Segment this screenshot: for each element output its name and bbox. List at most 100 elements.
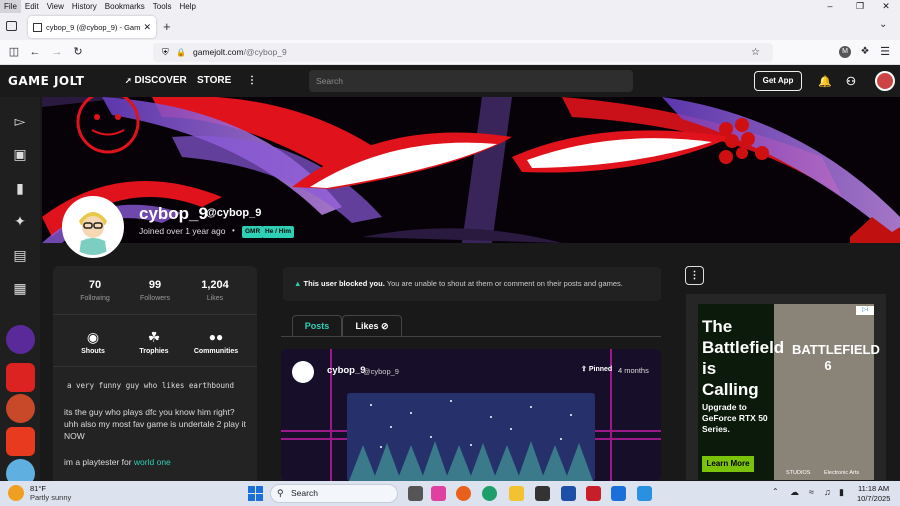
outlook-icon[interactable] xyxy=(611,486,626,501)
bell-icon[interactable]: 🔔 xyxy=(818,75,832,88)
back-icon[interactable]: ← xyxy=(28,45,42,59)
teams-icon[interactable] xyxy=(561,486,576,501)
library-icon[interactable]: ▦ xyxy=(8,276,32,300)
shouts-button[interactable]: Shouts xyxy=(63,348,123,355)
menu-bookmarks[interactable]: Bookmarks xyxy=(101,0,149,13)
communities-icon[interactable]: ●● xyxy=(207,328,225,346)
restore-icon[interactable]: ❐ xyxy=(846,0,874,13)
following-count[interactable]: 70 xyxy=(65,279,125,291)
profile-more-button[interactable]: ⋮ xyxy=(685,266,704,285)
search-input[interactable]: Search xyxy=(309,70,633,92)
firefox-icon[interactable] xyxy=(456,486,471,501)
copilot-icon[interactable] xyxy=(431,486,446,501)
new-tab-icon[interactable]: + xyxy=(163,19,171,34)
menu-history[interactable]: History xyxy=(68,0,101,13)
battery-icon[interactable]: ▮ xyxy=(839,487,844,498)
taskbar-search[interactable]: ⚲ Search xyxy=(270,484,398,503)
blocked-title: This user blocked you. xyxy=(303,279,385,288)
discover-label: DISCOVER xyxy=(134,75,187,86)
game-library-icon[interactable]: ▤ xyxy=(8,243,32,267)
menu-help[interactable]: Help xyxy=(175,0,199,13)
reload-icon[interactable]: ↻ xyxy=(71,45,85,59)
tab-close-icon[interactable]: ✕ xyxy=(143,22,151,33)
tab-overview-icon[interactable] xyxy=(6,21,17,31)
profile-avatar[interactable] xyxy=(62,196,124,258)
shield-icon[interactable]: ⛨ xyxy=(162,43,169,62)
lock-icon[interactable]: 🔒 xyxy=(176,43,186,62)
community-avatar[interactable] xyxy=(6,394,35,423)
account-icon[interactable]: M xyxy=(839,46,851,58)
menu-tools[interactable]: Tools xyxy=(149,0,176,13)
shouts-icon[interactable]: ◉ xyxy=(84,328,102,346)
url-host: gamejolt.com xyxy=(193,47,244,57)
gamejolt-logo[interactable]: GAME JOLT xyxy=(8,74,84,88)
app-menu-icon[interactable]: ☰ xyxy=(878,45,892,59)
extensions-icon[interactable]: ❖ xyxy=(858,45,872,59)
cloud-icon[interactable]: ☁ xyxy=(790,487,799,498)
quests-icon[interactable]: ✦ xyxy=(8,209,32,233)
clock-time[interactable]: 11:18 AM xyxy=(858,484,889,493)
post-author-name[interactable]: cybop_9 xyxy=(327,365,366,376)
weather-status[interactable]: Partly sunny xyxy=(30,493,71,502)
file-explorer-icon[interactable] xyxy=(509,486,524,501)
store-icon[interactable]: ▣ xyxy=(8,142,32,166)
mcafee-icon[interactable] xyxy=(586,486,601,501)
menu-file[interactable]: File xyxy=(0,0,21,13)
divider xyxy=(53,314,257,315)
store-app-icon[interactable] xyxy=(535,486,550,501)
weather-temp[interactable]: 81°F xyxy=(30,484,46,493)
home-icon[interactable]: ▻ xyxy=(8,109,32,133)
communities-button[interactable]: Communities xyxy=(186,348,246,355)
more-vertical-icon[interactable]: ⋮ xyxy=(247,75,257,86)
search-icon: ⚲ xyxy=(277,488,284,498)
trophy-icon[interactable]: ☘ xyxy=(145,328,163,346)
bookmark-star-icon[interactable]: ☆ xyxy=(751,43,760,62)
task-view-icon[interactable] xyxy=(408,486,423,501)
post-author-avatar[interactable] xyxy=(292,361,314,383)
user-avatar[interactable] xyxy=(875,71,895,91)
menu-view[interactable]: View xyxy=(43,0,68,13)
advertisement[interactable]: The Battlefield is Calling Upgrade to Ge… xyxy=(686,294,886,480)
tray-chevron-icon[interactable]: ⌃ xyxy=(772,487,779,496)
tab-posts[interactable]: Posts xyxy=(292,315,342,337)
url-bar[interactable]: ⛨ 🔒 gamejolt.com/@cybop_9 ☆ xyxy=(153,43,773,62)
ad-choices-icon[interactable]: ▷i xyxy=(856,306,874,315)
world-one-link[interactable]: world one xyxy=(134,457,171,467)
menu-edit[interactable]: Edit xyxy=(21,0,43,13)
bio-title: a very funny guy who likes earthbound xyxy=(67,381,235,390)
followers-label: Followers xyxy=(140,295,170,302)
store-link[interactable]: STORE xyxy=(197,75,231,86)
tab-likes[interactable]: Likes ⊘ xyxy=(342,315,402,337)
ad-learn-more-button[interactable]: Learn More xyxy=(702,456,754,472)
community-avatar[interactable] xyxy=(6,363,35,392)
community-avatar[interactable] xyxy=(6,325,35,354)
weather-icon[interactable] xyxy=(8,485,24,501)
sidebar-icon[interactable]: ◫ xyxy=(7,45,21,59)
forward-icon[interactable]: → xyxy=(50,45,64,59)
followers-count[interactable]: 99 xyxy=(125,279,185,291)
friends-icon[interactable]: ⚇ xyxy=(846,75,856,88)
profile-tabs: Posts Likes ⊘ xyxy=(281,313,661,337)
clock-date[interactable]: 10/7/2025 xyxy=(857,494,890,503)
community-avatar[interactable] xyxy=(6,427,35,456)
backpack-icon[interactable]: ▮ xyxy=(8,176,32,200)
app-icon[interactable] xyxy=(637,486,652,501)
pinned-post[interactable]: cybop_9 @cybop_9 ⇪ Pinned 4 months xyxy=(281,349,661,481)
trophies-button[interactable]: Trophies xyxy=(124,348,184,355)
profile-name: cybop_9 xyxy=(139,204,208,223)
edge-icon[interactable] xyxy=(482,486,497,501)
browser-tab[interactable]: cybop_9 (@cybop_9) - Game Jolt ✕ xyxy=(28,16,156,38)
close-window-icon[interactable]: ✕ xyxy=(872,0,900,13)
wifi-icon[interactable]: ≈ xyxy=(809,487,814,497)
post-author-handle[interactable]: @cybop_9 xyxy=(363,367,399,376)
likes-count[interactable]: 1,204 xyxy=(185,279,245,291)
tag-gmr: GMR xyxy=(242,226,264,238)
discover-link[interactable]: ➚ DISCOVER xyxy=(125,75,187,86)
ad-subline: Upgrade to GeForce RTX 50 Series. xyxy=(702,402,768,434)
windows-start-icon[interactable] xyxy=(248,486,263,501)
ad-product-title: BATTLEFIELD 6 xyxy=(792,342,880,373)
tab-list-chevron-icon[interactable]: ⌄ xyxy=(879,19,887,30)
minimize-icon[interactable]: – xyxy=(816,0,844,13)
get-app-button[interactable]: Get App xyxy=(754,71,802,91)
volume-icon[interactable]: ♫ xyxy=(824,487,831,497)
